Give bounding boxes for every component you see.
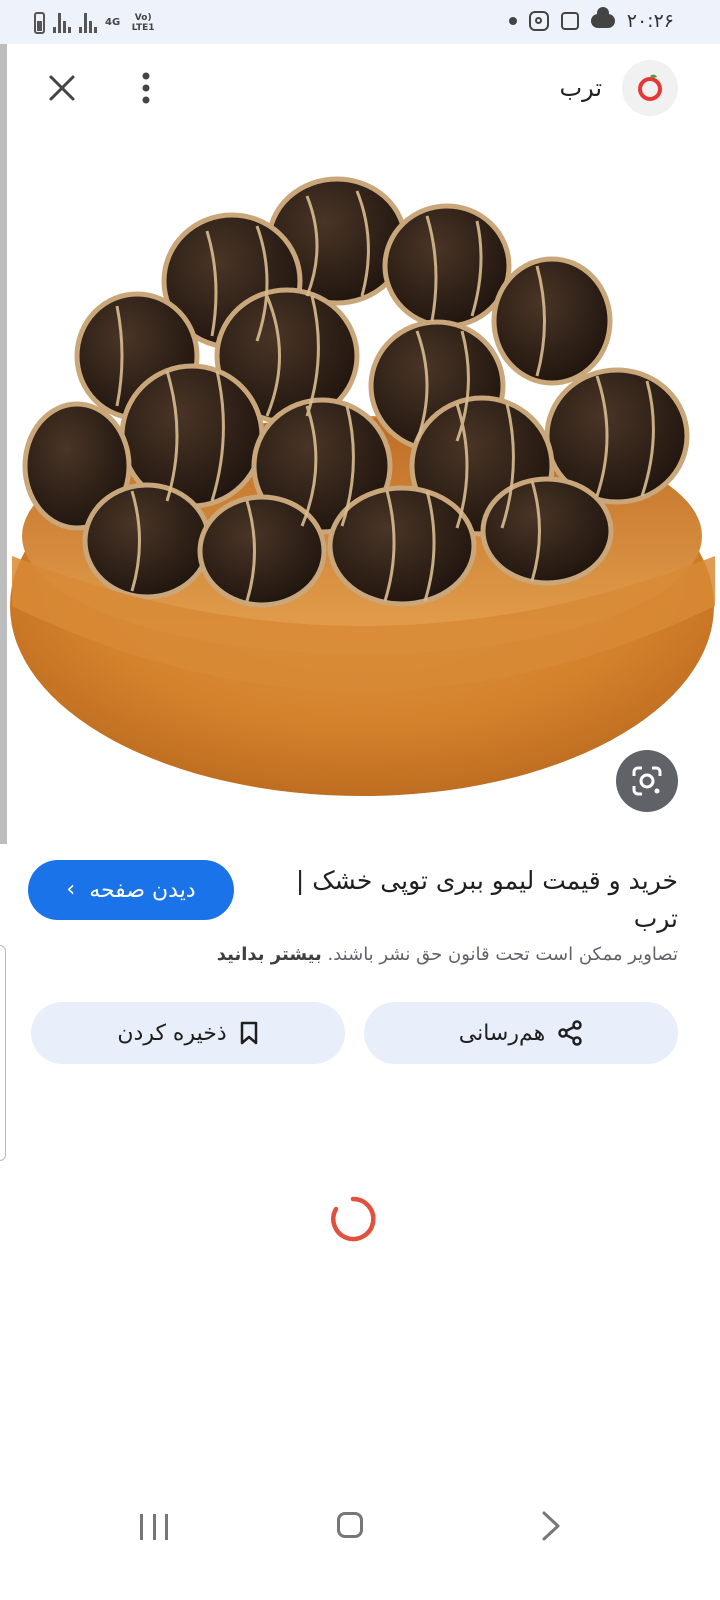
more-vert-icon bbox=[142, 72, 150, 104]
save-button[interactable]: ذخیره کردن bbox=[31, 1002, 345, 1064]
copyright-text: تصاویر ممکن است تحت قانون حق نشر باشند. bbox=[327, 944, 678, 965]
learn-more-link[interactable]: بیشتر بدانید bbox=[217, 944, 322, 965]
site-name[interactable]: ترب bbox=[559, 74, 602, 102]
network-label-top: 4G bbox=[105, 17, 121, 28]
battery-icon bbox=[34, 12, 45, 34]
edge-tab[interactable] bbox=[0, 945, 6, 1161]
save-label: ذخیره کردن bbox=[117, 1020, 227, 1046]
share-button[interactable]: هم‌رسانی bbox=[364, 1002, 678, 1064]
network-type: 4G bbox=[105, 18, 120, 28]
share-icon bbox=[558, 1020, 582, 1046]
site-logo[interactable] bbox=[622, 60, 678, 116]
bookmark-icon bbox=[240, 1021, 257, 1045]
copyright-notice: تصاویر ممکن است تحت قانون حق نشر باشند. … bbox=[38, 944, 678, 965]
google-lens-icon bbox=[632, 766, 662, 796]
google-lens-button[interactable] bbox=[616, 750, 678, 812]
visit-page-label: دیدن صفحه bbox=[89, 877, 196, 903]
more-options-button[interactable] bbox=[126, 68, 166, 108]
close-icon bbox=[49, 75, 75, 101]
torob-logo-icon bbox=[638, 74, 662, 101]
visit-page-button[interactable]: ‹ دیدن صفحه bbox=[28, 860, 234, 920]
edge-panel-handle[interactable] bbox=[0, 44, 7, 844]
notification-dot-icon bbox=[508, 17, 517, 25]
status-bar: 4G Vo) LTE1 ۲۰:۲۶ bbox=[0, 0, 720, 44]
dried-lemons-image bbox=[10, 176, 715, 796]
volte-label: Vo) LTE1 bbox=[131, 13, 155, 33]
chevron-left-icon: ‹ bbox=[66, 877, 76, 902]
app-bar: ترب bbox=[0, 44, 720, 136]
signal-icon-2 bbox=[79, 13, 97, 33]
system-nav-bar bbox=[0, 1480, 720, 1600]
status-left: 4G Vo) LTE1 bbox=[34, 12, 158, 34]
share-label: هم‌رسانی bbox=[458, 1020, 546, 1046]
gallery-icon bbox=[560, 12, 579, 30]
close-button[interactable] bbox=[42, 68, 82, 108]
instagram-icon bbox=[528, 11, 549, 31]
loading-spinner-icon bbox=[331, 1196, 376, 1242]
signal-icon bbox=[53, 13, 71, 33]
home-button[interactable] bbox=[337, 1512, 363, 1538]
status-right: ۲۰:۲۶ bbox=[508, 7, 674, 32]
result-image[interactable] bbox=[7, 136, 720, 844]
cloud-icon bbox=[590, 7, 615, 28]
recent-apps-button[interactable] bbox=[140, 1514, 168, 1540]
back-button[interactable] bbox=[536, 1510, 566, 1542]
status-time: ۲۰:۲۶ bbox=[626, 10, 674, 32]
result-title[interactable]: خرید و قیمت لیمو ببری توپی خشک | ترب bbox=[258, 862, 678, 938]
